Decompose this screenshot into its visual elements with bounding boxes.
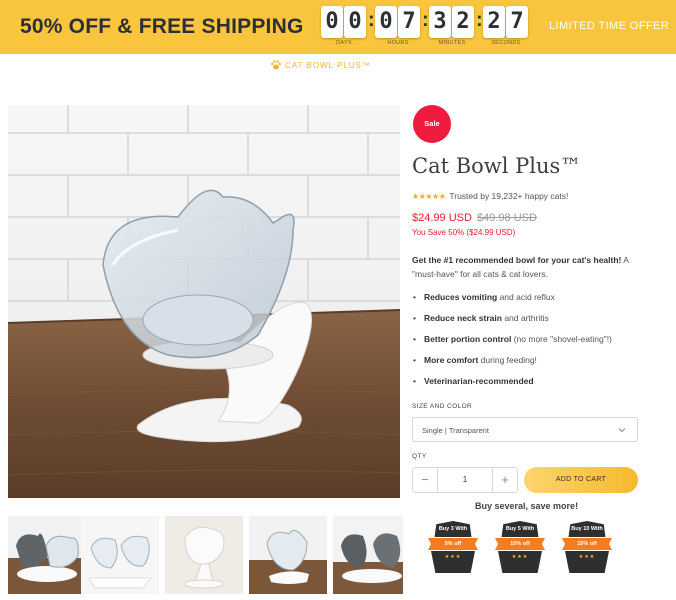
countdown-hours: 0 7 HOURS	[375, 6, 421, 48]
product-title: Cat Bowl Plus™	[412, 154, 582, 178]
size-color-label: SIZE AND COLOR	[412, 403, 473, 410]
feature-bold: Reduces vomiting	[424, 292, 498, 302]
bundle-badge-3[interactable]: Buy 3 With 5% off ★★★	[428, 521, 478, 576]
add-to-cart-button[interactable]: ADD TO CART	[524, 467, 638, 493]
limited-offer-text: LIMITED TIME OFFER	[549, 20, 670, 32]
feature-text: during feeding!	[478, 355, 537, 365]
thumbnail-single-white[interactable]	[165, 516, 243, 594]
quantity-label: QTY	[412, 453, 427, 460]
selected-option: Single | Transparent	[422, 426, 489, 435]
countdown-separator: :	[476, 9, 483, 31]
rating-row: ★★★★★ Trusted by 19,232+ happy cats!	[412, 191, 568, 201]
countdown-unit-label: HOURS	[387, 40, 409, 46]
countdown-unit-label: DAYS	[336, 40, 352, 46]
thumbnail-gallery	[8, 516, 403, 594]
countdown-digit: 3	[429, 6, 451, 38]
size-color-select[interactable]: Single | Transparent	[412, 417, 638, 442]
countdown-separator: :	[368, 9, 375, 31]
quantity-increase-button[interactable]: +	[492, 468, 517, 492]
countdown-unit-label: MINUTES	[438, 40, 466, 46]
countdown-digit: 2	[483, 6, 505, 38]
bundle-stars-icon: ★★★	[565, 551, 609, 573]
bundle-badge-10[interactable]: Buy 10 With 15% off ★★★	[562, 521, 612, 576]
thumbnail-double-grey-transparent[interactable]	[8, 516, 86, 594]
logo-text: CAT BOWL PLUS™	[285, 60, 371, 70]
feature-bold: Better portion control	[424, 334, 512, 344]
main-product-image[interactable]	[8, 105, 400, 498]
price-row: $24.99 USD $49.98 USD	[412, 212, 537, 224]
bundle-discount: 15% off	[562, 538, 612, 550]
countdown-separator: :	[422, 9, 429, 31]
feature-item: More comfort during feeding!	[413, 355, 537, 365]
cat-bowl-photo	[8, 105, 400, 498]
countdown-digit: 7	[506, 6, 528, 38]
sale-badge: Sale	[413, 105, 451, 143]
bundle-buy-text: Buy 10 With	[568, 521, 606, 537]
bundle-discount: 10% off	[495, 538, 545, 550]
countdown-digit: 0	[344, 6, 366, 38]
description-lead: Get the #1 recommended bowl for your cat…	[412, 255, 622, 265]
product-description: Get the #1 recommended bowl for your cat…	[412, 253, 652, 281]
quantity-decrease-button[interactable]: −	[413, 468, 438, 492]
bundle-buy-text: Buy 5 With	[501, 521, 539, 537]
feature-text: and acid reflux	[497, 292, 555, 302]
bundle-stars-icon: ★★★	[431, 551, 475, 573]
bundle-badge-5[interactable]: Buy 5 With 10% off ★★★	[495, 521, 545, 576]
original-price: $49.98 USD	[477, 212, 537, 224]
thumbnail-double-grey[interactable]	[333, 516, 403, 594]
bundle-stars-icon: ★★★	[498, 551, 542, 573]
bundle-heading: Buy several, save more!	[475, 501, 579, 511]
feature-bold: Veterinarian-recommended	[424, 376, 534, 386]
countdown-digit: 2	[452, 6, 474, 38]
countdown-digit: 7	[398, 6, 420, 38]
rating-text: Trusted by 19,232+ happy cats!	[449, 191, 569, 201]
bundle-buy-text: Buy 3 With	[434, 521, 472, 537]
promo-headline: 50% OFF & FREE SHIPPING	[20, 15, 304, 38]
chevron-down-icon	[618, 428, 626, 433]
countdown-digit: 0	[375, 6, 397, 38]
countdown-seconds: 2 7 SECONDS	[483, 6, 529, 48]
feature-text: (no more "shovel-eating"!)	[511, 334, 612, 344]
feature-item: Better portion control (no more "shovel-…	[413, 334, 612, 344]
savings-text: You Save 50% ($24.99 USD)	[412, 228, 516, 237]
bundle-discount: 5% off	[428, 538, 478, 550]
feature-bold: Reduce neck strain	[424, 313, 502, 323]
feature-item: Reduce neck strain and arthritis	[413, 313, 549, 323]
feature-item: Veterinarian-recommended	[413, 376, 534, 386]
promo-banner: 50% OFF & FREE SHIPPING 0 0 DAYS : 0 7 H…	[0, 0, 676, 54]
quantity-stepper: − 1 +	[412, 467, 518, 493]
current-price: $24.99 USD	[412, 212, 472, 224]
store-logo[interactable]: CAT BOWL PLUS™	[270, 58, 371, 72]
countdown-minutes: 3 2 MINUTES	[429, 6, 475, 48]
feature-bold: More comfort	[424, 355, 479, 365]
star-rating-icon: ★★★★★	[412, 191, 446, 201]
countdown-days: 0 0 DAYS	[321, 6, 367, 48]
paw-icon	[271, 60, 281, 70]
countdown-digit: 0	[321, 6, 343, 38]
countdown-unit-label: SECONDS	[491, 40, 521, 46]
thumbnail-double-transparent[interactable]	[81, 516, 159, 594]
thumbnail-single-transparent[interactable]	[249, 516, 327, 594]
feature-item: Reduces vomiting and acid reflux	[413, 292, 555, 302]
feature-text: and arthritis	[501, 313, 549, 323]
quantity-input[interactable]: 1	[438, 468, 492, 492]
